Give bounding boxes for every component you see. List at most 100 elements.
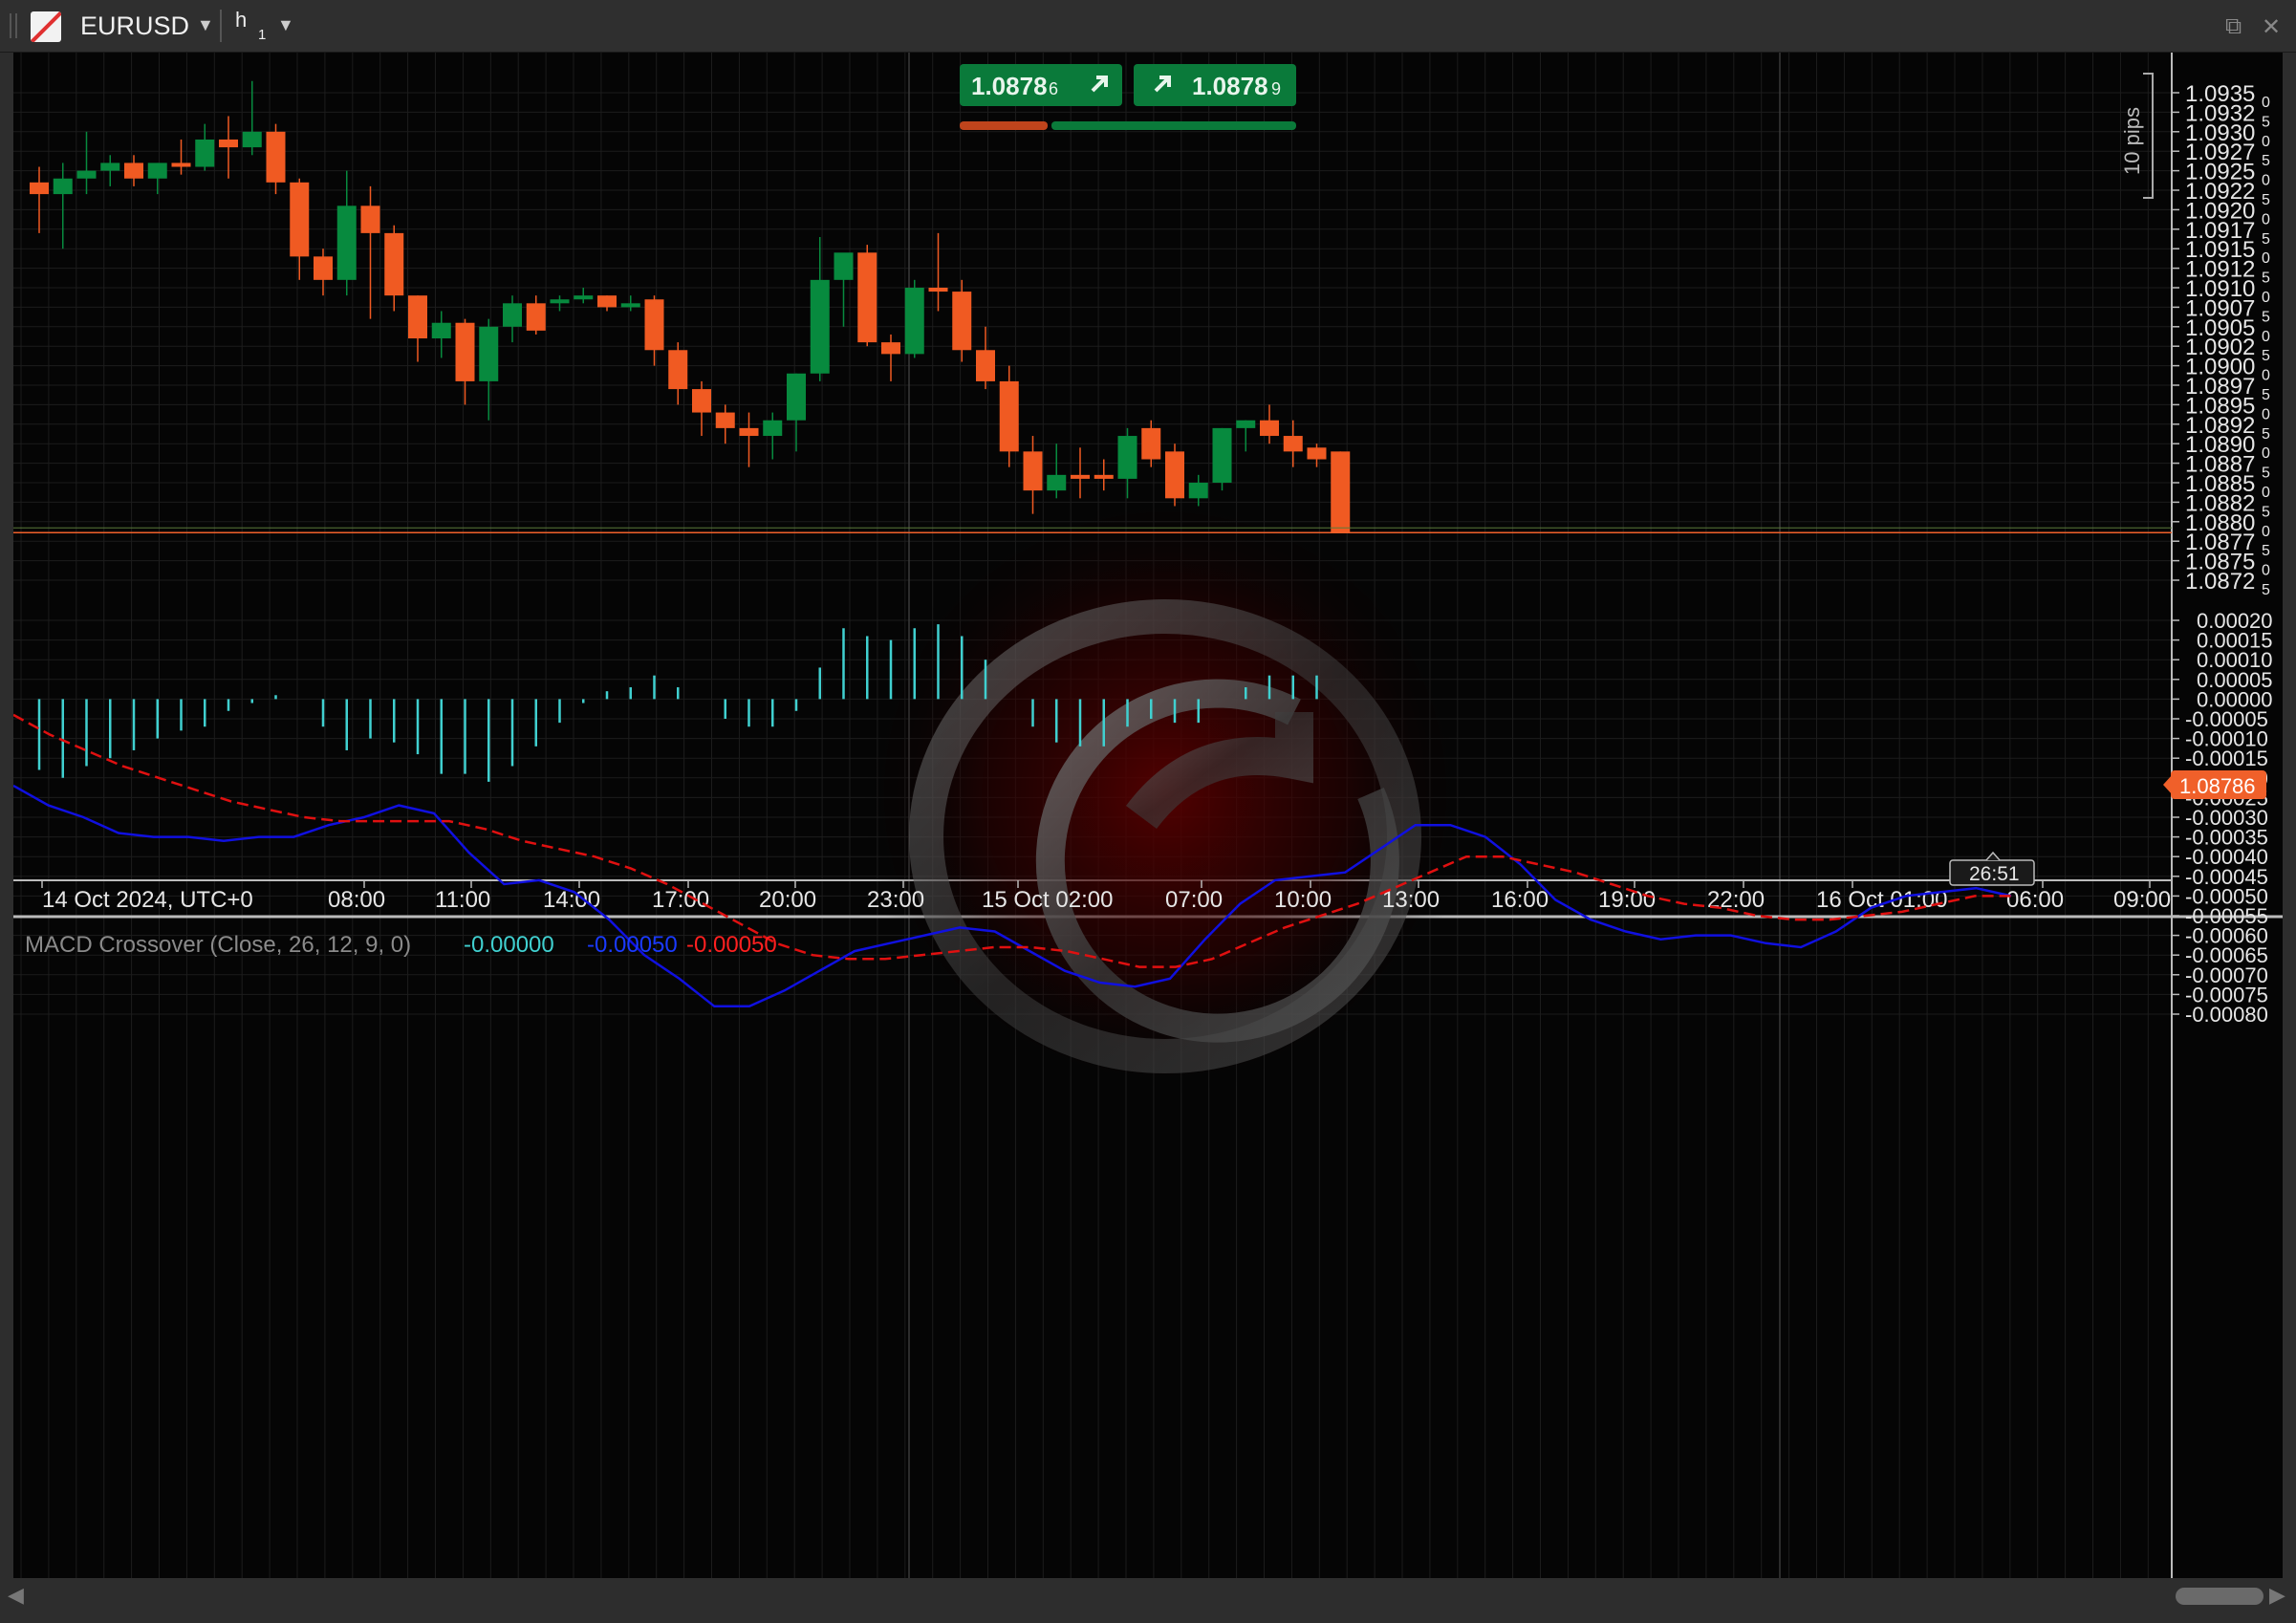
candle-body	[290, 182, 310, 257]
candle-body	[1212, 427, 1232, 483]
quote-widget[interactable]: 1.0878 6 1.0878 9	[960, 64, 1296, 130]
candle-body	[597, 295, 617, 308]
popout-icon[interactable]: ⧉	[2225, 13, 2242, 40]
timeframe-label[interactable]: h	[235, 8, 247, 32]
macd-tick-label: -0.00080	[2185, 1003, 2268, 1027]
candle-body	[503, 303, 522, 327]
candle-body	[810, 279, 830, 374]
time-tick-label: 23:00	[867, 887, 924, 913]
time-tick-label: 16:00	[1491, 887, 1549, 913]
price-tick-sub: 5	[2262, 504, 2270, 520]
candle-body	[1071, 474, 1090, 479]
scrollbar-thumb[interactable]	[2176, 1588, 2264, 1605]
candle-body	[124, 162, 143, 179]
macd-title: MACD Crossover (Close, 26, 12, 9, 0)	[25, 932, 411, 958]
price-tick-sub: 0	[2262, 95, 2270, 111]
time-tick-label: 14 Oct 2024, UTC+0	[42, 887, 253, 913]
time-tick-label: 19:00	[1598, 887, 1656, 913]
price-tick-sub: 0	[2262, 485, 2270, 501]
time-tick-label: 15 Oct 02:00	[982, 887, 1113, 913]
candle-body	[408, 295, 427, 339]
price-tick-sub: 5	[2262, 270, 2270, 287]
candle-body	[1260, 420, 1279, 437]
sell-sentiment-bar	[960, 121, 1048, 130]
candle-body	[314, 256, 333, 280]
price-tick-sub: 5	[2262, 582, 2270, 598]
current-price-marker[interactable]: 1.08786	[2163, 770, 2266, 799]
candle-body	[100, 162, 120, 171]
price-tick-sub: 0	[2262, 524, 2270, 540]
price-tick-sub: 5	[2262, 231, 2270, 248]
candle-body	[1165, 451, 1184, 499]
candle-body	[53, 178, 73, 195]
candle-body	[171, 162, 191, 167]
time-tick-label: 08:00	[328, 887, 385, 913]
candle-body	[479, 326, 499, 381]
candle-body	[1141, 427, 1161, 460]
watermark-logo	[859, 487, 1471, 1099]
candle-body	[147, 162, 167, 179]
timeframe-dropdown-icon[interactable]: ▼	[277, 15, 294, 35]
candle-body	[242, 131, 262, 148]
scroll-left-icon[interactable]: ◀	[8, 1583, 24, 1608]
candle-body	[999, 380, 1019, 452]
ask-price-sub: 9	[1271, 79, 1281, 98]
price-tick-sub: 0	[2262, 211, 2270, 227]
price-axis[interactable]: 1.0935 01.0932 51.0930 01.0927 51.0925 01.092…	[2172, 81, 2270, 598]
candle-body	[834, 252, 854, 280]
candle-body	[644, 299, 664, 351]
current-price-label: 1.08786	[2179, 774, 2256, 798]
chart-area[interactable]: 1.0935 0 1.0932 5 1.0930 0 1.0927 5 1.0925 0 1.092…	[13, 53, 2283, 1578]
chart-canvas[interactable]: 1.0935 01.0932 51.0930 01.0927 51.0925 01.092…	[13, 53, 2283, 1578]
candle-body	[1331, 451, 1351, 533]
candle-body	[219, 139, 238, 148]
chart-window: EURUSD ▼ h 1 ▼ ⧉ ✕ 1.0935 0 1.0932 5 1.0…	[0, 0, 2296, 1623]
time-tick-label: 11:00	[435, 887, 490, 913]
price-tick-sub: 0	[2262, 173, 2270, 189]
time-tick-label: 10:00	[1274, 887, 1332, 913]
candle-body	[881, 342, 900, 355]
bid-price: 1.0878	[971, 72, 1048, 100]
candle-body	[739, 427, 759, 437]
close-icon[interactable]: ✕	[2262, 13, 2281, 41]
timeframe-period[interactable]: 1	[258, 27, 266, 43]
symbol-dropdown-icon[interactable]: ▼	[197, 15, 214, 35]
countdown-label: 26:51	[1969, 863, 2020, 885]
price-tick-sub: 5	[2262, 192, 2270, 208]
time-tick-label: 22:00	[1707, 887, 1765, 913]
candle-body	[336, 206, 357, 280]
macd-line-value: -0.00050	[587, 932, 678, 958]
symbol-name[interactable]: EURUSD	[80, 11, 189, 41]
candle-body	[455, 322, 475, 381]
candle-body	[1117, 436, 1137, 479]
time-tick-label: 16 Oct 01:00	[1816, 887, 1947, 913]
time-tick-label: 13:00	[1382, 887, 1440, 913]
macd-hist-value: -0.00000	[464, 932, 554, 958]
scroll-right-icon[interactable]: ▶	[2269, 1583, 2285, 1608]
candle-body	[574, 295, 594, 300]
candle-body	[715, 412, 735, 428]
candle-body	[431, 322, 451, 339]
time-tick-label: 20:00	[759, 887, 816, 913]
price-tick-sub: 0	[2262, 563, 2270, 579]
pips-label: 10 pips	[2120, 107, 2144, 175]
candle-body	[904, 288, 924, 355]
price-tick-sub: 0	[2262, 250, 2270, 267]
bar-countdown: 26:51	[1949, 851, 2035, 886]
candle-body	[1188, 483, 1208, 499]
price-tick-sub: 5	[2262, 309, 2270, 325]
drag-handle[interactable]	[10, 13, 17, 38]
macd-legend[interactable]: MACD Crossover (Close, 26, 12, 9, 0) -0.…	[25, 932, 777, 958]
candle-body	[1236, 420, 1256, 428]
price-tick-sub: 5	[2262, 543, 2270, 559]
price-tick-sub: 0	[2262, 368, 2270, 384]
title-bar: EURUSD ▼ h 1 ▼ ⧉ ✕	[0, 0, 2296, 53]
candle-body	[952, 292, 972, 351]
macd-axis[interactable]: 0.000200.000150.000100.000050.00000-0.00…	[2172, 609, 2273, 1027]
horizontal-scrollbar[interactable]	[0, 1579, 2296, 1623]
price-tick-sub: 5	[2262, 114, 2270, 130]
candle-body	[1307, 447, 1327, 460]
buy-sentiment-bar	[1051, 121, 1296, 130]
price-tick-sub: 0	[2262, 406, 2270, 422]
time-tick-label: 07:00	[1165, 887, 1223, 913]
